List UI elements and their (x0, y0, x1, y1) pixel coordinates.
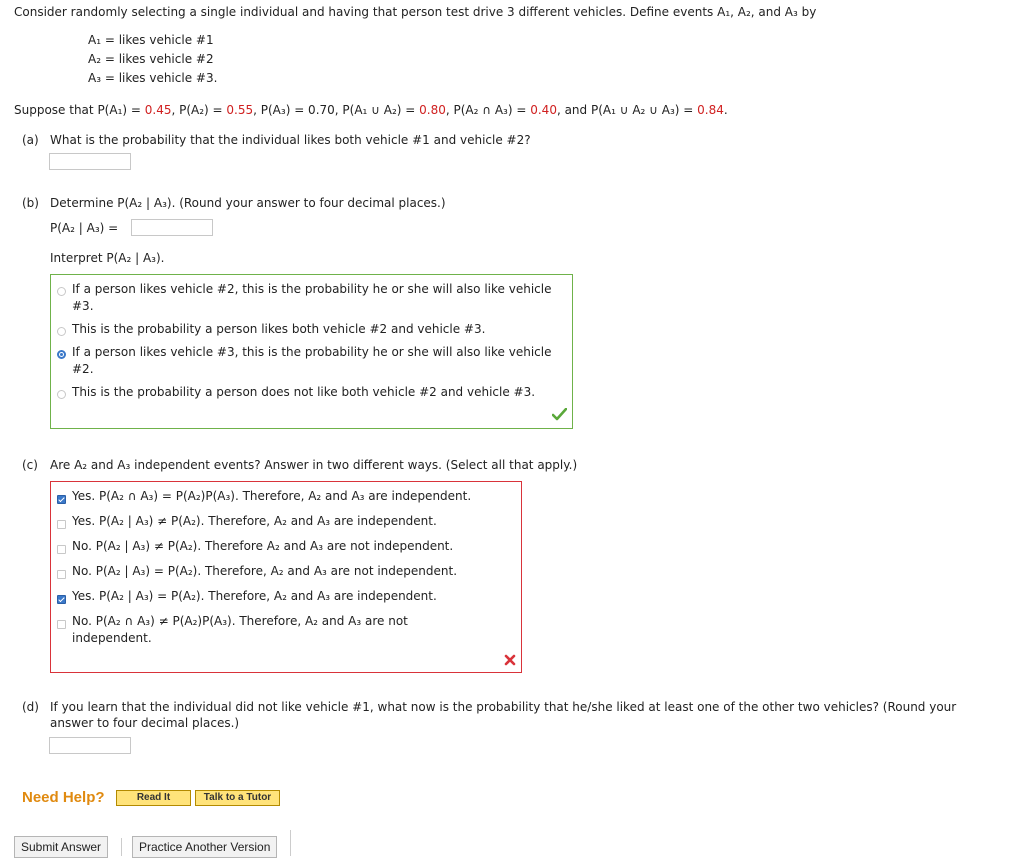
part-c-option-4: No. P(A₂ | A₃) = P(A₂). Therefore, A₂ an… (72, 564, 458, 578)
talk-to-tutor-button[interactable]: Talk to a Tutor (195, 790, 280, 806)
part-b-option-3-line1: If a person likes vehicle #3, this is th… (72, 345, 552, 359)
part-c-option-2: Yes. P(A₂ | A₃) ≠ P(A₂). Therefore, A₂ a… (72, 514, 437, 528)
part-c-checkbox-6[interactable] (57, 620, 66, 629)
part-c-question: Are A₂ and A₃ independent events? Answer… (50, 458, 578, 472)
part-c-option-5: Yes. P(A₂ | A₃) = P(A₂). Therefore, A₂ a… (72, 589, 437, 603)
submit-answer-button[interactable]: Submit Answer (14, 836, 109, 858)
part-b-option-1-line2: #3. (72, 299, 94, 313)
part-c-label: (c) (22, 458, 38, 472)
event-a1: A₁ = likes vehicle #1 (88, 33, 214, 47)
intro-text: Consider randomly selecting a single ind… (14, 5, 817, 19)
event-a3: A₃ = likes vehicle #3. (88, 71, 218, 85)
part-b-options-box: If a person likes vehicle #2, this is th… (50, 274, 573, 429)
part-c-checkbox-1-checked[interactable] (57, 495, 66, 504)
part-a-label: (a) (22, 133, 39, 147)
part-a-answer-input[interactable] (49, 153, 131, 170)
part-c-checkbox-3[interactable] (57, 545, 66, 554)
part-c-checkbox-5-checked[interactable] (57, 595, 66, 604)
part-b-option-1-line1: If a person likes vehicle #2, this is th… (72, 282, 552, 296)
part-c-option-1: Yes. P(A₂ ∩ A₃) = P(A₂)P(A₃). Therefore,… (72, 489, 472, 503)
need-help-label: Need Help? (22, 789, 105, 806)
p1-value: 0.45 (144, 103, 172, 117)
part-c-option-6-line1: No. P(A₂ ∩ A₃) ≠ P(A₂)P(A₃). Therefore, … (72, 614, 408, 628)
practice-another-version-button[interactable]: Practice Another Version (132, 836, 278, 858)
part-a-question: What is the probability that the individ… (50, 133, 531, 147)
check-icon (552, 408, 567, 421)
footer-divider (290, 830, 291, 856)
p3-text: , P(A₃) = 0.70, P(A₁ ∪ A₂) = (253, 103, 420, 117)
p123-label: , and P(A₁ ∪ A₂ ∪ A₃) = (556, 103, 698, 117)
p23-value: 0.40 (530, 103, 557, 117)
part-d-answer-input[interactable] (49, 737, 131, 754)
read-it-button[interactable]: Read It (116, 790, 191, 806)
part-d-question-line1: If you learn that the individual did not… (50, 700, 957, 714)
p23-label: , P(A₂ ∩ A₃) = (445, 103, 531, 117)
event-a2: A₂ = likes vehicle #2 (88, 52, 214, 66)
p2-label: , P(A₂) = (171, 103, 227, 117)
part-b-option-2-line1: This is the probability a person likes b… (72, 322, 486, 336)
part-d-question-line2: answer to four decimal places.) (50, 716, 240, 730)
part-b-input-label: P(A₂ | A₃) = (50, 221, 119, 235)
part-c-checkbox-4[interactable] (57, 570, 66, 579)
part-b-radio-2[interactable] (57, 327, 66, 336)
footer-button-divider (121, 838, 122, 856)
p12-value: 0.80 (419, 103, 446, 117)
part-b-interpret: Interpret P(A₂ | A₃). (50, 251, 165, 265)
part-b-radio-1[interactable] (57, 287, 66, 296)
part-d-label: (d) (22, 700, 39, 714)
part-c-checkbox-2[interactable] (57, 520, 66, 529)
part-b-label: (b) (22, 196, 39, 210)
p1-label: P(A₁) = (97, 103, 145, 117)
part-c-options-box: Yes. P(A₂ ∩ A₃) = P(A₂)P(A₃). Therefore,… (50, 481, 522, 673)
part-c-option-3: No. P(A₂ | A₃) ≠ P(A₂). Therefore A₂ and… (72, 539, 454, 553)
p123-value: 0.84 (697, 103, 724, 117)
given-probabilities: Suppose that P(A₁) = 0.45, P(A₂) = 0.55,… (14, 103, 728, 117)
part-c-option-6-line2: independent. (72, 631, 152, 645)
part-b-question: Determine P(A₂ | A₃). (Round your answer… (50, 196, 446, 210)
x-icon (504, 654, 516, 666)
part-b-option-4-line1: This is the probability a person does no… (72, 385, 536, 399)
p2-value: 0.55 (226, 103, 254, 117)
part-b-answer-input[interactable] (131, 219, 213, 236)
part-b-option-3-line2: #2. (72, 362, 94, 376)
suppose-prefix: Suppose that (14, 103, 98, 117)
part-b-radio-3-selected[interactable] (57, 350, 66, 359)
part-b-radio-4[interactable] (57, 390, 66, 399)
suppose-suffix: . (723, 103, 728, 117)
